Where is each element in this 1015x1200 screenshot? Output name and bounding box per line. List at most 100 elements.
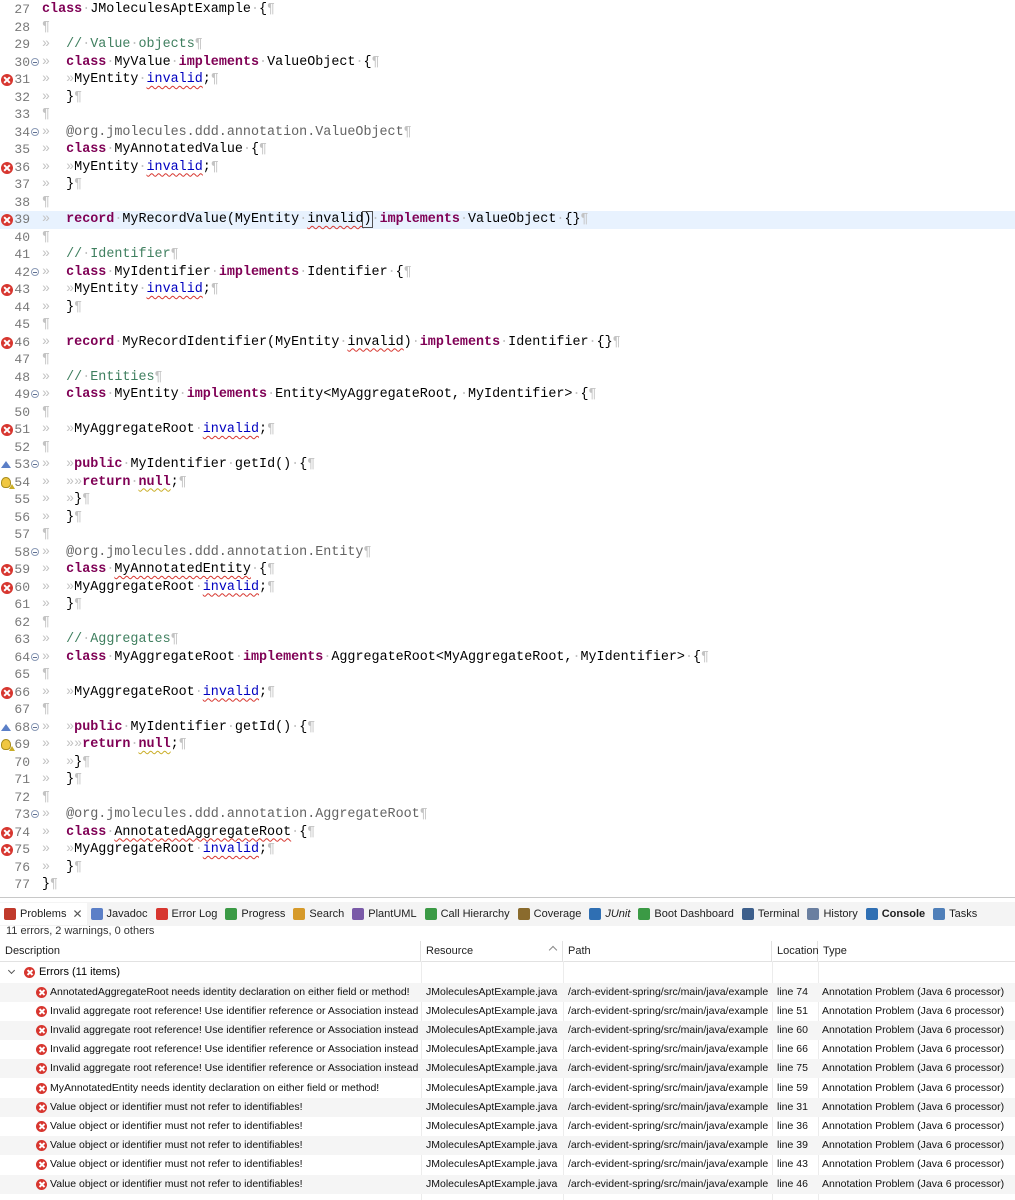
code-line[interactable]: 74» class·AnnotatedAggregateRoot·{¶ xyxy=(0,824,1015,842)
code-line[interactable]: 70 » »}¶ xyxy=(0,754,1015,772)
column-header-type[interactable]: Type xyxy=(818,941,1015,961)
tab-history[interactable]: History xyxy=(803,903,861,925)
line-number: 48 xyxy=(14,369,30,385)
code-line[interactable]: 71 » }¶ xyxy=(0,771,1015,789)
problems-icon xyxy=(4,908,16,920)
fold-collapse-icon[interactable] xyxy=(31,810,39,818)
column-header-description[interactable]: Description xyxy=(0,941,421,961)
code-line[interactable]: 53» »public·MyIdentifier·getId()·{¶ xyxy=(0,456,1015,474)
code-line[interactable]: 48 » //·Entities¶ xyxy=(0,369,1015,387)
code-line[interactable]: 35» class·MyAnnotatedValue·{¶ xyxy=(0,141,1015,159)
code-line[interactable]: 39 » record · MyRecordValue(MyEntity · invali… xyxy=(0,211,1015,229)
chevron-down-icon[interactable] xyxy=(7,966,16,975)
table-row[interactable]: Value object or identifier must not refe… xyxy=(0,1174,1015,1194)
code-line[interactable]: 42» class·MyIdentifier·implements·Identi… xyxy=(0,264,1015,282)
code-line[interactable]: 28 ¶ xyxy=(0,19,1015,37)
code-line[interactable]: 36» »MyEntity·invalid;¶ xyxy=(0,159,1015,177)
code-token: » xyxy=(42,597,51,612)
code-line[interactable]: 62 ¶ xyxy=(0,614,1015,632)
tab-progress[interactable]: Progress xyxy=(221,903,289,925)
code-line[interactable]: 47 ¶ xyxy=(0,351,1015,369)
fold-collapse-icon[interactable] xyxy=(31,127,39,136)
tab-tasks[interactable]: Tasks xyxy=(929,903,981,925)
table-row[interactable]: Value object or identifier must not refe… xyxy=(0,1155,1015,1174)
code-line[interactable]: 73 » @org.jmolecules.ddd.annotation.Aggre… xyxy=(0,806,1015,824)
table-row[interactable]: Value object or identifier must not refe… xyxy=(0,1117,1015,1136)
tab-problems[interactable]: Problems ✕ xyxy=(0,903,87,925)
code-line[interactable]: 76 » }¶ xyxy=(0,859,1015,877)
code-line[interactable]: 45 ¶ xyxy=(0,316,1015,334)
table-row[interactable]: Invalid aggregate root reference! Use id… xyxy=(0,1059,1015,1079)
tab-junit[interactable]: JUnit xyxy=(585,903,634,925)
code-line[interactable]: 41 » //·Identifier¶ xyxy=(0,246,1015,264)
code-line[interactable]: 38 ¶ xyxy=(0,194,1015,212)
table-row[interactable]: Value object or identifier must not refe… xyxy=(0,1097,1015,1117)
table-row[interactable]: MyAnnotatedEntity needs identity declara… xyxy=(0,1079,1015,1098)
table-row[interactable]: Invalid aggregate root reference! Use id… xyxy=(0,1002,1015,1021)
code-line[interactable]: 43» »MyEntity·invalid;¶ xyxy=(0,281,1015,299)
column-header-location[interactable]: Location xyxy=(772,941,819,961)
tab-javadoc[interactable]: Javadoc xyxy=(87,903,152,925)
code-editor[interactable]: 27 class·JMoleculesAptExample·{¶ 28 ¶ 29» //… xyxy=(0,0,1015,898)
code-line[interactable]: 27 class·JMoleculesAptExample·{¶ xyxy=(0,1,1015,19)
code-line[interactable]: 63 » //·Aggregates¶ xyxy=(0,631,1015,649)
code-line[interactable]: 33 ¶ xyxy=(0,106,1015,124)
code-line[interactable]: 52 ¶ xyxy=(0,439,1015,457)
code-line[interactable]: 64» class·MyAggregateRoot·implements·Agg… xyxy=(0,649,1015,667)
code-text: }¶ xyxy=(42,876,58,894)
code-line[interactable]: 66» »MyAggregateRoot·invalid;¶ xyxy=(0,684,1015,702)
table-row[interactable]: Invalid aggregate root reference! Use id… xyxy=(0,1020,1015,1041)
code-token: · xyxy=(387,264,396,280)
code-line[interactable]: 69 » »»return·null;¶ xyxy=(0,736,1015,754)
column-header-path[interactable]: Path xyxy=(563,941,772,961)
code-line[interactable]: 61 » }¶ xyxy=(0,596,1015,614)
code-line[interactable]: 37 » }¶ xyxy=(0,176,1015,194)
code-line[interactable]: 77}¶ xyxy=(0,876,1015,894)
code-line[interactable]: 59» class·MyAnnotatedEntity·{¶ xyxy=(0,561,1015,579)
code-line[interactable]: 75» »MyAggregateRoot·invalid;¶ xyxy=(0,841,1015,859)
code-line[interactable]: 29 » //·Value·objects¶ xyxy=(0,36,1015,54)
tab-terminal[interactable]: Terminal xyxy=(738,903,804,925)
code-line[interactable]: 57 ¶ xyxy=(0,526,1015,544)
fold-collapse-icon[interactable] xyxy=(31,722,39,731)
errors-group-row[interactable]: Errors (11 items) xyxy=(0,963,1015,982)
tab-call-hierarchy[interactable]: Call Hierarchy xyxy=(421,903,514,925)
code-line[interactable]: 50 ¶ xyxy=(0,404,1015,422)
tab-search[interactable]: Search xyxy=(289,903,348,925)
fold-collapse-icon[interactable] xyxy=(31,652,39,661)
tab-coverage[interactable]: Coverage xyxy=(514,903,586,925)
code-line[interactable]: 56 » }¶ xyxy=(0,509,1015,527)
fold-collapse-icon[interactable] xyxy=(31,57,39,66)
code-line[interactable]: 32 » }¶ xyxy=(0,89,1015,107)
fold-collapse-icon[interactable] xyxy=(31,390,39,398)
tab-console[interactable]: Console xyxy=(862,903,929,925)
tab-plantuml[interactable]: PlantUML xyxy=(348,903,420,925)
code-line[interactable]: 31» »MyEntity·invalid;¶ xyxy=(0,71,1015,89)
code-line[interactable]: 68» »public·MyIdentifier·getId()·{¶ xyxy=(0,719,1015,737)
code-line[interactable]: 49» class·MyEntity·implements·Entity<MyA… xyxy=(0,386,1015,404)
tab-error-log[interactable]: Error Log xyxy=(152,903,222,925)
code-line[interactable]: 54 » »»return·null;¶ xyxy=(0,474,1015,492)
code-line[interactable]: 40 ¶ xyxy=(0,229,1015,247)
code-line[interactable]: 72 ¶ xyxy=(0,789,1015,807)
column-header-resource[interactable]: Resource xyxy=(421,941,563,961)
code-line[interactable]: 58 » @org.jmolecules.ddd.annotation.Entit… xyxy=(0,544,1015,562)
code-line[interactable]: 34 » @org.jmolecules.ddd.annotation.Value… xyxy=(0,124,1015,142)
close-icon[interactable]: ✕ xyxy=(72,907,82,921)
table-row[interactable]: AnnotatedAggregateRoot needs identity de… xyxy=(0,982,1015,1002)
code-line[interactable]: 44 » }¶ xyxy=(0,299,1015,317)
code-line[interactable]: 67 ¶ xyxy=(0,701,1015,719)
fold-collapse-icon[interactable] xyxy=(31,547,39,556)
fold-collapse-icon[interactable] xyxy=(31,460,39,468)
code-line[interactable]: 55 » »}¶ xyxy=(0,491,1015,509)
code-line[interactable]: 51» »MyAggregateRoot·invalid;¶ xyxy=(0,421,1015,439)
code-line[interactable]: 46» record·MyRecordIdentifier(MyEntity·i… xyxy=(0,334,1015,352)
code-line[interactable]: 60» »MyAggregateRoot·invalid;¶ xyxy=(0,579,1015,597)
table-row[interactable]: Invalid aggregate root reference! Use id… xyxy=(0,1040,1015,1059)
fold-collapse-icon[interactable] xyxy=(31,267,39,276)
code-line[interactable]: 30» class·MyValue·implements·ValueObject… xyxy=(0,54,1015,72)
table-row[interactable]: Value object or identifier must not refe… xyxy=(0,1136,1015,1156)
code-line[interactable]: 65 ¶ xyxy=(0,666,1015,684)
tab-boot-dashboard[interactable]: Boot Dashboard xyxy=(634,903,738,925)
